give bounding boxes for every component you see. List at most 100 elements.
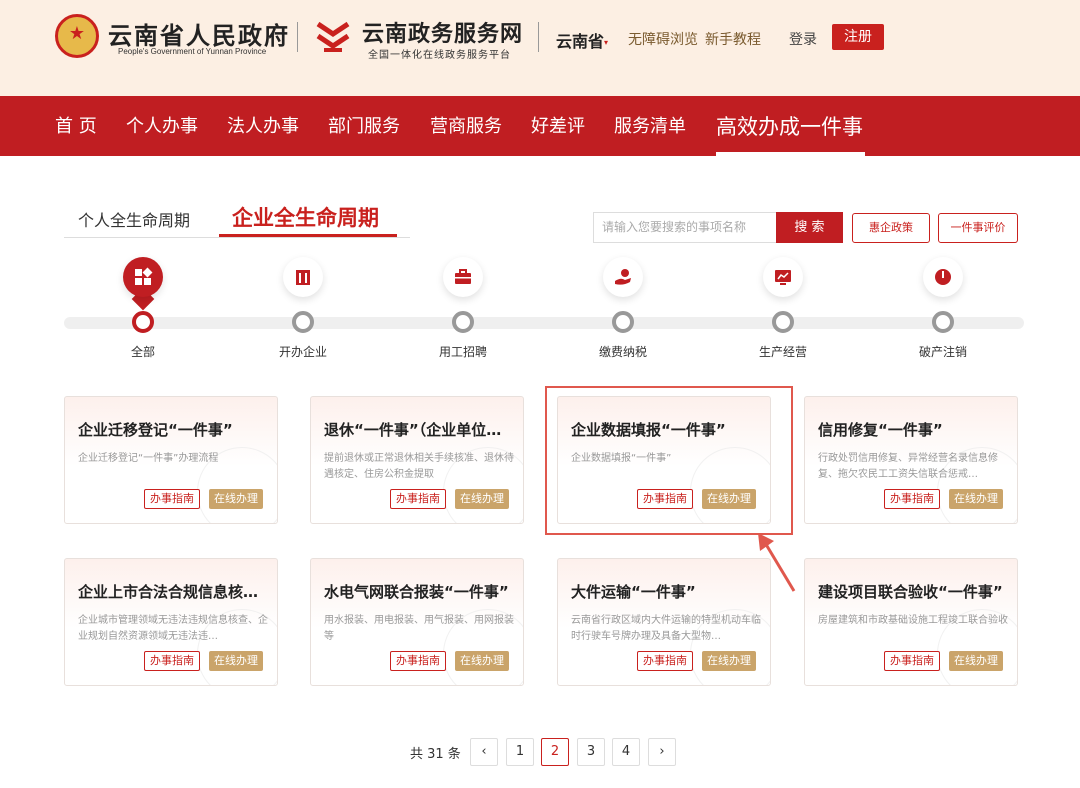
nav-personal[interactable]: 个人办事 — [126, 96, 198, 156]
review-button[interactable]: 一件事评价 — [938, 213, 1018, 243]
card-title[interactable]: 企业上市合法合规信息核查… — [78, 581, 268, 602]
annotation-arrow-icon — [758, 533, 796, 592]
nav-service-list[interactable]: 服务清单 — [614, 96, 686, 156]
pagination-page[interactable]: 4 — [612, 738, 640, 766]
chart-screen-icon — [775, 270, 791, 285]
step-label: 破产注销 — [918, 345, 967, 359]
service-title[interactable]: 云南政务服务网 — [362, 16, 523, 48]
online-button[interactable]: 在线办理 — [209, 651, 263, 671]
card-description: 房屋建筑和市政基础设施工程竣工联合验收 — [818, 615, 1008, 626]
pin — [763, 257, 803, 297]
step-dot — [132, 311, 154, 333]
online-button[interactable]: 在线办理 — [949, 489, 1003, 509]
step-label: 全部 — [130, 345, 155, 359]
province-label: 云南省 — [556, 32, 605, 51]
power-icon — [935, 269, 951, 285]
service-card[interactable]: 退休“一件事”（企业单位… 提前退休或正常退休相关手续核准、退休待遇核定、住房公… — [310, 396, 524, 524]
card-description: 企业迁移登记“一件事”办理流程 — [78, 453, 219, 464]
nav-business[interactable]: 营商服务 — [430, 96, 502, 156]
pin — [283, 257, 323, 297]
online-button[interactable]: 在线办理 — [702, 651, 756, 671]
pagination-page[interactable]: 3 — [577, 738, 605, 766]
policy-button[interactable]: 惠企政策 — [852, 213, 930, 243]
gov-title[interactable]: 云南省人民政府 — [108, 16, 290, 51]
card-title[interactable]: 水电气网联合报装“一件事” — [324, 581, 514, 602]
tutorial-link[interactable]: 新手教程 — [705, 29, 761, 49]
pin — [923, 257, 963, 297]
pagination-next[interactable]: › — [648, 738, 676, 766]
login-link[interactable]: 登录 — [789, 29, 817, 49]
pin — [443, 257, 483, 297]
national-emblem-icon: ★ — [55, 14, 99, 58]
guide-button[interactable]: 办事指南 — [144, 651, 200, 671]
service-card[interactable]: 建设项目联合验收“一件事” 房屋建筑和市政基础设施工程竣工联合验收 办事指南 在… — [804, 558, 1018, 686]
guide-button[interactable]: 办事指南 — [884, 651, 940, 671]
tab-active-indicator — [219, 234, 397, 237]
card-title[interactable]: 大件运输“一件事” — [571, 581, 761, 602]
nav-one-thing[interactable]: 高效办成一件事 — [716, 96, 863, 156]
guide-button[interactable]: 办事指南 — [390, 651, 446, 671]
service-card[interactable]: 企业迁移登记“一件事” 企业迁移登记“一件事”办理流程 办事指南 在线办理 — [64, 396, 278, 524]
building-icon — [296, 270, 310, 285]
highlight-box — [545, 386, 793, 535]
hand-coin-icon — [615, 269, 631, 285]
accessibility-link[interactable]: 无障碍浏览 — [628, 29, 698, 49]
pin — [123, 257, 163, 297]
search-input[interactable]: 请输入您要搜索的事项名称 — [593, 212, 777, 243]
step-recruitment[interactable]: 用工招聘 — [423, 255, 503, 365]
service-logo-icon — [316, 21, 350, 52]
step-label: 生产经营 — [758, 345, 807, 359]
card-title[interactable]: 建设项目联合验收“一件事” — [818, 581, 1008, 602]
search-button[interactable]: 搜 索 — [776, 212, 843, 243]
guide-button[interactable]: 办事指南 — [884, 489, 940, 509]
step-operations[interactable]: 生产经营 — [743, 255, 823, 365]
service-card[interactable]: 企业上市合法合规信息核查… 企业城市管理领域无违法违规信息核查、企业规划自然资源… — [64, 558, 278, 686]
step-label: 缴费纳税 — [598, 345, 647, 359]
divider — [538, 22, 539, 52]
steps-track — [64, 317, 1024, 329]
guide-button[interactable]: 办事指南 — [637, 651, 693, 671]
province-selector[interactable]: 云南省▾ — [556, 28, 608, 52]
main-nav: 首 页 个人办事 法人办事 部门服务 营商服务 好差评 服务清单 高效办成一件事 — [0, 96, 1080, 156]
pagination-total: 共 31 条 — [410, 747, 461, 762]
card-title[interactable]: 信用修复“一件事” — [818, 419, 1008, 440]
step-dot — [772, 311, 794, 333]
top-header: ★ 云南省人民政府 People's Government of Yunnan … — [0, 0, 1080, 96]
nav-active-indicator — [716, 152, 865, 156]
card-title[interactable]: 退休“一件事”（企业单位… — [324, 419, 514, 440]
step-start-business[interactable]: 开办企业 — [263, 255, 343, 365]
nav-departments[interactable]: 部门服务 — [328, 96, 400, 156]
caret-down-icon: ▾ — [604, 38, 609, 47]
pagination-prev[interactable]: ‹ — [470, 738, 498, 766]
guide-button[interactable]: 办事指南 — [390, 489, 446, 509]
step-dot — [452, 311, 474, 333]
service-card[interactable]: 水电气网联合报装“一件事” 用水报装、用电报装、用气报装、用网报装等 办事指南 … — [310, 558, 524, 686]
service-card[interactable]: 大件运输“一件事” 云南省行政区域内大件运输的特型机动车临时行驶车号牌办理及具备… — [557, 558, 771, 686]
register-button[interactable]: 注册 — [832, 24, 884, 50]
service-subtitle: 全国一体化在线政务服务平台 — [368, 50, 511, 61]
pagination-page-current[interactable]: 2 — [541, 738, 569, 766]
card-description: 行政处罚信用修复、异常经营名录信息修复、拖欠农民工工资失信联合惩戒… — [818, 453, 998, 480]
nav-legal-entity[interactable]: 法人办事 — [227, 96, 299, 156]
online-button[interactable]: 在线办理 — [209, 489, 263, 509]
pagination-page[interactable]: 1 — [506, 738, 534, 766]
step-bankruptcy[interactable]: 破产注销 — [903, 255, 983, 365]
card-description: 企业城市管理领域无违法违规信息核查、企业规划自然资源领域无违法违… — [78, 615, 268, 642]
tab-enterprise-lifecycle[interactable]: 企业全生命周期 — [232, 202, 379, 232]
briefcase-icon — [455, 269, 471, 284]
step-dot — [612, 311, 634, 333]
step-tax[interactable]: 缴费纳税 — [583, 255, 663, 365]
online-button[interactable]: 在线办理 — [455, 489, 509, 509]
tab-personal-lifecycle[interactable]: 个人全生命周期 — [78, 207, 190, 231]
step-all[interactable]: 全部 — [103, 255, 183, 365]
online-button[interactable]: 在线办理 — [949, 651, 1003, 671]
divider — [297, 22, 298, 52]
guide-button[interactable]: 办事指南 — [144, 489, 200, 509]
card-title[interactable]: 企业迁移登记“一件事” — [78, 419, 268, 440]
nav-home[interactable]: 首 页 — [55, 96, 97, 156]
nav-reviews[interactable]: 好差评 — [531, 96, 585, 156]
service-card[interactable]: 信用修复“一件事” 行政处罚信用修复、异常经营名录信息修复、拖欠农民工工资失信联… — [804, 396, 1018, 524]
step-dot — [932, 311, 954, 333]
step-label: 开办企业 — [278, 345, 327, 359]
online-button[interactable]: 在线办理 — [455, 651, 509, 671]
